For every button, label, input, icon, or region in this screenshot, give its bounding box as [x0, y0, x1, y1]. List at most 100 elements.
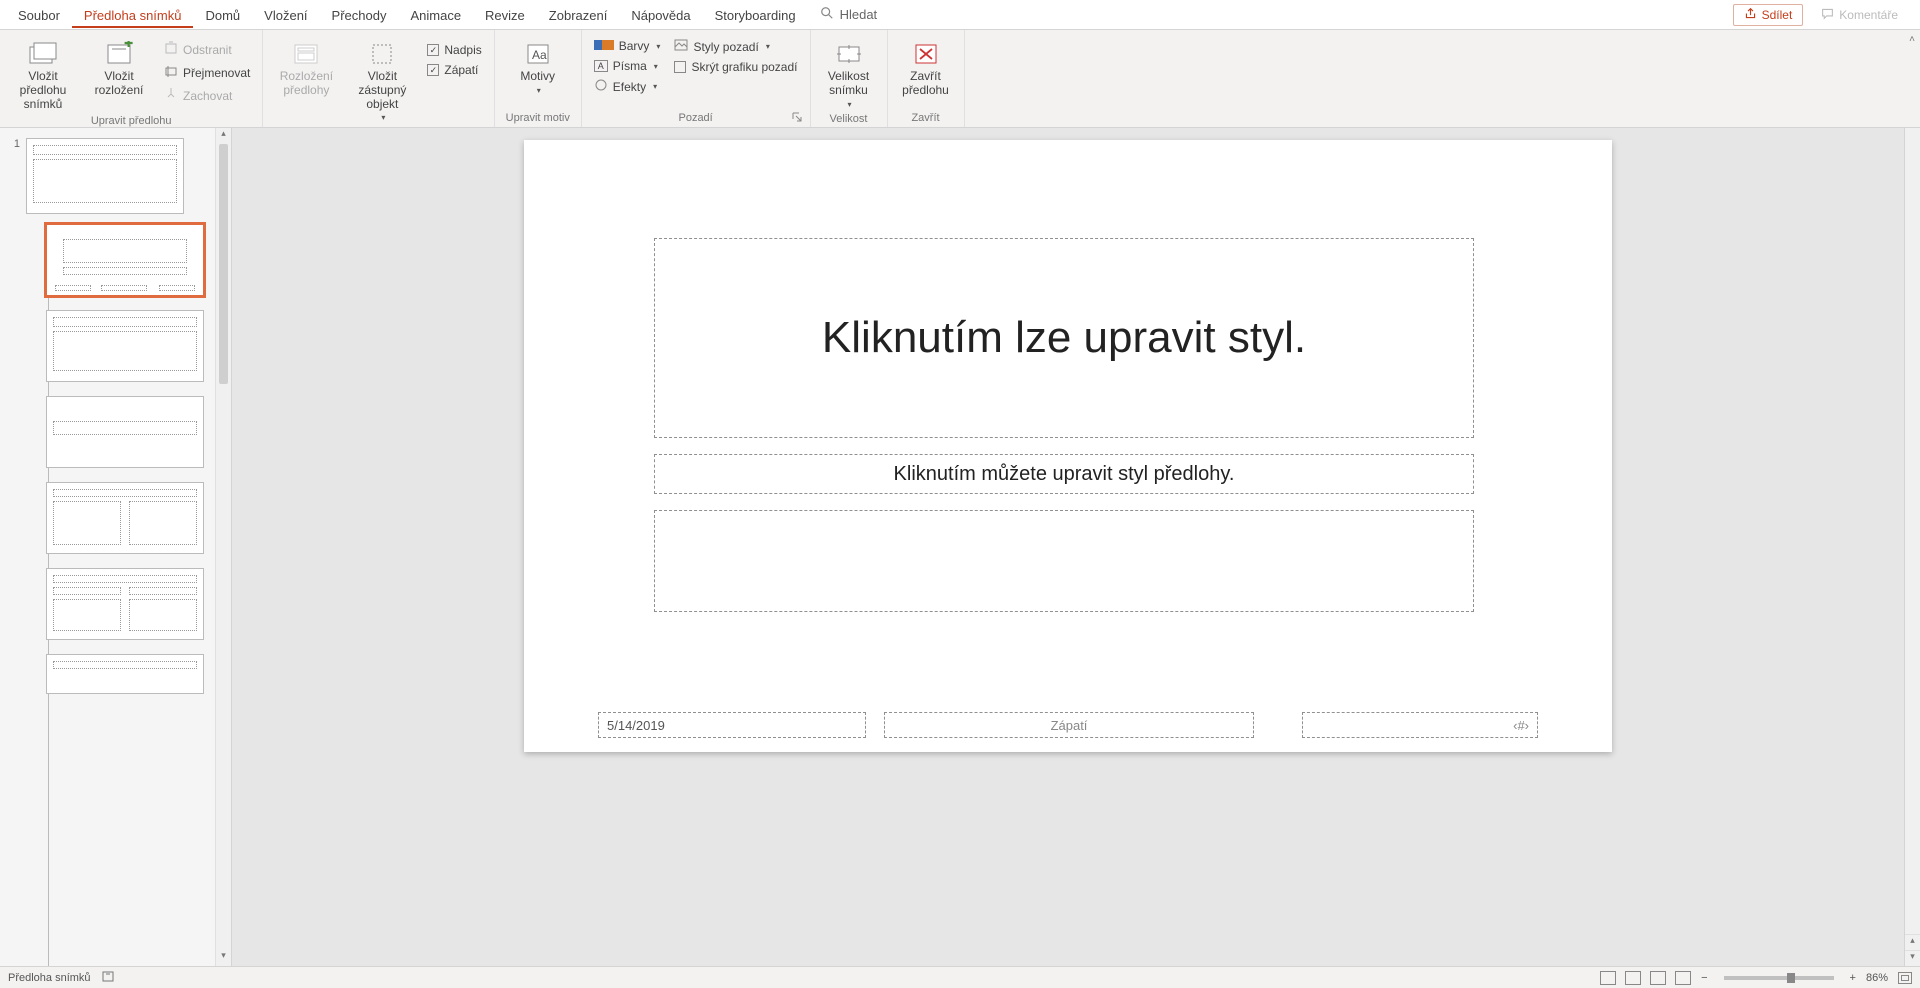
zoom-slider[interactable] [1724, 976, 1834, 980]
ribbon-group-close: Zavřít předlohu Zavřít [888, 30, 965, 127]
delete-icon [164, 41, 178, 58]
tab-view[interactable]: Zobrazení [537, 2, 620, 28]
ribbon-group-label-edit-theme: Upravit motiv [503, 110, 573, 127]
tab-help[interactable]: Nápověda [619, 2, 702, 28]
tab-home[interactable]: Domů [193, 2, 252, 28]
placeholder-title[interactable]: Kliknutím lze upravit styl. [654, 238, 1474, 438]
thumbnails-scroll[interactable]: 1 [0, 128, 215, 966]
tab-transitions[interactable]: Přechody [320, 2, 399, 28]
ribbon-group-edit-master: Vložit předlohu snímků ✚ Vložit rozložen… [0, 30, 263, 127]
hide-bg-checkbox[interactable]: Skrýt grafiku pozadí [670, 59, 801, 75]
prev-slide-icon[interactable]: ▴ [1905, 934, 1920, 950]
scrollbar-thumb[interactable] [219, 144, 228, 384]
fonts-dropdown[interactable]: A Písma▾ [590, 58, 665, 74]
slide-edit-area[interactable]: Kliknutím lze upravit styl. Kliknutím mů… [232, 128, 1904, 966]
tell-me-search[interactable]: Hledat [808, 6, 890, 23]
next-slide-icon[interactable]: ▾ [1905, 950, 1920, 966]
delete-label: Odstranit [183, 43, 232, 57]
placeholder-footer[interactable]: Zápatí [884, 712, 1254, 738]
master-layout-icon [290, 40, 322, 68]
status-mode: Předloha snímků [8, 972, 91, 984]
rename-label: Přejmenovat [183, 66, 250, 80]
master-layout-button[interactable]: Rozložení předlohy [271, 36, 341, 100]
subtitle-text: Kliknutím můžete upravit styl předlohy. [894, 463, 1235, 486]
menu-tabs-bar: Soubor Předloha snímků Domů Vložení Přec… [0, 0, 1920, 30]
placeholder-body[interactable] [654, 510, 1474, 612]
view-sorter-icon[interactable] [1625, 971, 1641, 985]
effects-dropdown[interactable]: Efekty▾ [590, 78, 665, 95]
search-placeholder: Hledat [840, 7, 878, 22]
checkbox-checked-icon: ✓ [427, 64, 439, 76]
accessibility-icon[interactable] [101, 969, 115, 986]
title-checkbox[interactable]: ✓ Nadpis [423, 42, 485, 58]
share-icon [1744, 7, 1757, 23]
colors-dropdown[interactable]: Barvy▾ [590, 38, 665, 54]
slide-canvas[interactable]: Kliknutím lze upravit styl. Kliknutím mů… [524, 140, 1612, 752]
svg-text:Aa: Aa [532, 48, 547, 62]
tab-review[interactable]: Revize [473, 2, 537, 28]
comment-icon [1821, 7, 1834, 23]
checkbox-unchecked-icon [674, 61, 686, 73]
preserve-button[interactable]: Zachovat [160, 86, 254, 105]
footers-chk-label: Zápatí [444, 63, 478, 77]
thumb-layout-3[interactable] [46, 396, 204, 468]
placeholder-date[interactable]: 5/14/2019 [598, 712, 866, 738]
view-slideshow-icon[interactable] [1675, 971, 1691, 985]
bg-styles-dropdown[interactable]: Styly pozadí▾ [670, 38, 801, 55]
insert-layout-icon: ✚ [103, 40, 135, 68]
thumbs-scrollbar[interactable]: ▴ ▾ [215, 128, 231, 966]
zoom-value[interactable]: 86% [1866, 972, 1888, 984]
scroll-down-icon[interactable]: ▾ [216, 950, 231, 966]
share-label: Sdílet [1762, 8, 1793, 22]
slide-size-button[interactable]: Velikost snímku ▾ [819, 36, 879, 111]
insert-placeholder-button[interactable]: Vložit zástupný objekt ▾ [347, 36, 417, 125]
tab-storyboarding[interactable]: Storyboarding [703, 2, 808, 28]
tab-slide-master[interactable]: Předloha snímků [72, 2, 194, 28]
thumb-layout-5[interactable] [46, 568, 204, 640]
view-reading-icon[interactable] [1650, 971, 1666, 985]
fit-to-window-icon[interactable] [1898, 972, 1912, 984]
insert-slide-master-button[interactable]: Vložit předlohu snímků [8, 36, 78, 113]
zoom-out-button[interactable]: − [1701, 972, 1707, 984]
tab-animations[interactable]: Animace [398, 2, 473, 28]
close-master-button[interactable]: Zavřít předlohu [896, 36, 956, 100]
thumb-layout-1[interactable] [46, 224, 204, 296]
fonts-icon: A [594, 60, 608, 72]
edit-scrollbar[interactable]: ▴ ▾ [1904, 128, 1920, 966]
slide-master-icon [27, 40, 59, 68]
dialog-launcher-icon[interactable] [792, 112, 802, 125]
thumb-master[interactable] [26, 138, 184, 214]
date-text: 5/14/2019 [607, 718, 665, 733]
tab-insert[interactable]: Vložení [252, 2, 319, 28]
delete-button[interactable]: Odstranit [160, 40, 254, 59]
ribbon-collapse-button[interactable]: ˄ [1904, 30, 1920, 127]
zoom-in-button[interactable]: + [1850, 972, 1856, 984]
thumb-layout-4[interactable] [46, 482, 204, 554]
thumb-layout-6[interactable] [46, 654, 204, 694]
bg-styles-icon [674, 39, 688, 54]
ribbon-group-edit-theme: Aa Motivy ▾ Upravit motiv [495, 30, 582, 127]
rename-button[interactable]: Přejmenovat [160, 63, 254, 82]
thumb-layout-2[interactable] [46, 310, 204, 382]
view-normal-icon[interactable] [1600, 971, 1616, 985]
rename-icon [164, 64, 178, 81]
share-button[interactable]: Sdílet [1733, 4, 1804, 26]
themes-button[interactable]: Aa Motivy ▾ [503, 36, 573, 97]
themes-label: Motivy [520, 70, 555, 84]
placeholder-slide-number[interactable]: ‹#› [1302, 712, 1538, 738]
placeholder-subtitle[interactable]: Kliknutím můžete upravit styl předlohy. [654, 454, 1474, 494]
scroll-up-icon[interactable]: ▴ [216, 128, 231, 144]
ribbon: Vložit předlohu snímků ✚ Vložit rozložen… [0, 30, 1920, 128]
thumbnails-panel: 1 [0, 128, 232, 966]
comments-button[interactable]: Komentáře [1813, 5, 1906, 25]
insert-layout-button[interactable]: ✚ Vložit rozložení [84, 36, 154, 100]
chevron-down-icon: ▾ [766, 42, 770, 51]
chevron-up-icon: ˄ [1909, 34, 1915, 45]
chevron-down-icon: ▾ [653, 82, 657, 91]
svg-text:✚: ✚ [124, 41, 133, 50]
chevron-down-icon: ▾ [654, 62, 658, 71]
tab-file[interactable]: Soubor [6, 2, 72, 28]
ribbon-group-label-close: Zavřít [896, 110, 956, 127]
footers-checkbox[interactable]: ✓ Zápatí [423, 62, 485, 78]
slide-size-label: Velikost snímku [821, 70, 877, 98]
